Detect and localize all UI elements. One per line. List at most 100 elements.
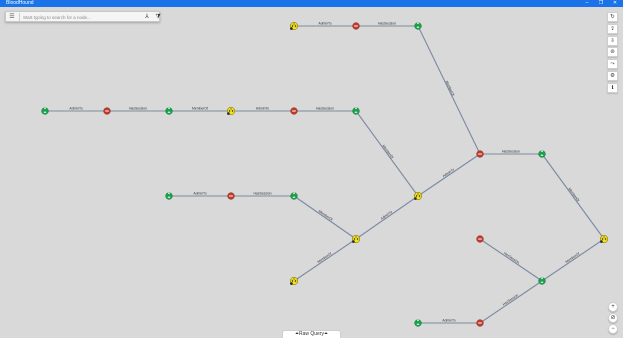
graph-edge[interactable]: HasSession xyxy=(480,150,542,155)
owned-badge-icon xyxy=(352,240,355,243)
graph-edge[interactable]: HasSession xyxy=(107,107,169,112)
owned-badge-icon xyxy=(600,240,603,243)
session-node[interactable] xyxy=(227,192,235,200)
search-bar: ☰ ⅄ ⧩ xyxy=(5,11,162,22)
session-icon xyxy=(354,25,358,27)
user-node[interactable] xyxy=(538,277,546,285)
edge-label: MemberOf xyxy=(445,80,456,96)
computer-node[interactable] xyxy=(289,276,299,286)
edge-label: AdminTo xyxy=(256,107,269,111)
edge-line xyxy=(541,238,605,282)
upload-data-button[interactable]: ⊚ xyxy=(607,47,618,57)
session-node[interactable] xyxy=(290,107,298,115)
graph-edge[interactable]: MemberOf xyxy=(355,110,419,197)
session-icon xyxy=(292,110,296,112)
graph-edge[interactable]: AdminTo xyxy=(45,107,107,112)
maximize-button[interactable]: ❐ xyxy=(596,0,606,7)
user-node[interactable] xyxy=(41,107,49,115)
edge-label: AdminTo xyxy=(193,192,206,196)
edge-label: HasSession xyxy=(378,22,396,26)
user-node[interactable] xyxy=(414,22,422,30)
computer-node[interactable] xyxy=(413,191,423,201)
user-node[interactable] xyxy=(165,107,173,115)
session-node[interactable] xyxy=(476,150,484,158)
export-graph-button[interactable]: ⇪ xyxy=(607,24,618,34)
edge-label: AdminTo xyxy=(69,107,82,111)
change-layout-button[interactable]: ⤳ xyxy=(607,59,618,69)
raw-query-toggle[interactable]: ⏶Raw Query⏶ xyxy=(282,330,341,338)
user-node[interactable] xyxy=(352,107,360,115)
edge-label: HasSession xyxy=(502,293,519,307)
computer-node[interactable] xyxy=(289,21,299,31)
session-icon xyxy=(478,322,482,324)
computer-node[interactable] xyxy=(599,234,609,244)
edge-line xyxy=(293,195,357,240)
graph-edge[interactable]: MemberOf xyxy=(417,25,481,155)
refresh-button[interactable]: ↻ xyxy=(607,12,618,22)
user-node[interactable] xyxy=(538,150,546,158)
pathfinding-icon[interactable]: ⅄ xyxy=(143,13,151,21)
title-bar: BloodHound – ❐ ✕ xyxy=(0,0,623,7)
edge-label: MemberOf xyxy=(567,187,580,202)
graph-edge[interactable]: AdminTo xyxy=(417,153,481,197)
window-title: BloodHound xyxy=(6,0,34,6)
export-icon: ⇪ xyxy=(610,26,615,32)
graph-edge[interactable]: AdminTo xyxy=(355,195,419,240)
zoom-reset-button[interactable]: ⊘ xyxy=(608,313,618,323)
import-icon: ⇩ xyxy=(610,38,615,44)
graph-edge[interactable]: HasSession xyxy=(294,107,356,112)
filter-icon[interactable]: ⧩ xyxy=(154,13,162,21)
edge-label: HasSession xyxy=(503,251,520,265)
graph-edge[interactable]: AdminTo xyxy=(418,319,480,324)
edge-label: AdminTo xyxy=(318,22,331,26)
close-button[interactable]: ✕ xyxy=(610,0,620,7)
upload-icon: ⊚ xyxy=(610,49,615,55)
edge-label: MemberOf xyxy=(381,144,394,159)
edge-label: HasSession xyxy=(253,192,271,196)
menu-icon[interactable]: ☰ xyxy=(9,13,15,21)
edge-label: MemberOf xyxy=(318,209,333,221)
graph-edge[interactable]: AdminTo xyxy=(169,192,231,197)
owned-badge-icon xyxy=(290,27,293,30)
search-input[interactable] xyxy=(23,13,138,21)
graph-canvas[interactable]: AdminTo HasSession AdminTo HasSession Member… xyxy=(0,7,623,338)
about-button[interactable]: ℹ xyxy=(607,83,618,93)
session-node[interactable] xyxy=(352,22,360,30)
zoom-out-button[interactable]: − xyxy=(608,324,618,334)
user-node[interactable] xyxy=(165,192,173,200)
import-graph-button[interactable]: ⇩ xyxy=(607,36,618,46)
search-divider xyxy=(19,13,20,21)
graph-edge[interactable]: MemberOf xyxy=(293,195,357,240)
graph-edge[interactable]: AdminTo xyxy=(294,22,356,27)
edge-label: MemberOf xyxy=(565,252,581,264)
session-node[interactable] xyxy=(476,235,484,243)
nodes-layer xyxy=(41,21,609,327)
session-icon xyxy=(229,195,233,197)
graph-edge[interactable]: HasSession xyxy=(479,280,543,324)
user-node[interactable] xyxy=(290,192,298,200)
edge-label: HasSession xyxy=(129,107,147,111)
layout-icon: ⤳ xyxy=(610,61,615,67)
session-icon xyxy=(478,153,482,155)
graph-edge[interactable]: AdminTo xyxy=(231,107,294,112)
session-node[interactable] xyxy=(103,107,111,115)
edge-line xyxy=(355,195,419,240)
graph-edge[interactable]: MemberOf xyxy=(169,107,231,112)
graph-edge[interactable]: MemberOf xyxy=(293,238,357,282)
edge-label: HasSession xyxy=(316,107,334,111)
graph-edge[interactable]: HasSession xyxy=(231,192,294,197)
graph-edge[interactable]: MemberOf xyxy=(541,153,605,240)
edge-line xyxy=(417,153,481,197)
minimize-button[interactable]: – xyxy=(582,0,592,7)
computer-node[interactable] xyxy=(226,106,236,116)
graph-edge[interactable]: HasSession xyxy=(356,22,418,27)
settings-button[interactable]: ⚙ xyxy=(607,71,618,81)
zoom-in-button[interactable]: + xyxy=(608,302,618,312)
session-icon xyxy=(478,238,482,240)
user-node[interactable] xyxy=(414,319,422,327)
session-node[interactable] xyxy=(476,319,484,327)
edge-line xyxy=(293,238,357,282)
graph-edge[interactable]: MemberOf xyxy=(541,238,605,282)
graph-edge[interactable]: HasSession xyxy=(479,238,543,282)
computer-node[interactable] xyxy=(351,234,361,244)
